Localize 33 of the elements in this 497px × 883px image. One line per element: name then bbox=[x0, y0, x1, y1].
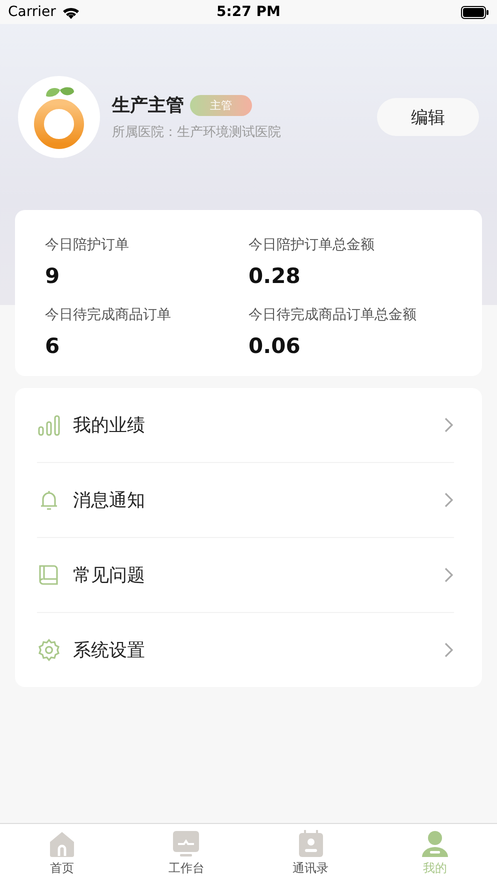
user-name: 生产主管 bbox=[112, 94, 184, 117]
wifi-icon bbox=[62, 6, 80, 18]
settings-icon bbox=[37, 638, 61, 662]
tab-item[interactable]: 首页 bbox=[0, 824, 124, 883]
clock-time: 5:27 PM bbox=[216, 4, 280, 20]
person-icon bbox=[420, 830, 450, 858]
stat-value: 9 bbox=[45, 264, 61, 288]
fruit-logo-icon bbox=[32, 84, 86, 150]
tab-item[interactable]: 通讯录 bbox=[248, 824, 373, 883]
hospital-label: 所属医院：生产环境测试医院 bbox=[112, 124, 282, 141]
battery-icon bbox=[461, 6, 489, 18]
stat-label: 今日陪护订单 bbox=[45, 236, 130, 254]
chevron-right-icon bbox=[444, 492, 454, 508]
chevron-right-icon bbox=[444, 567, 454, 583]
menu-item[interactable]: 常见问题 bbox=[73, 563, 432, 587]
tab-item[interactable]: 工作台 bbox=[124, 824, 248, 883]
chevron-right-icon bbox=[444, 417, 454, 433]
bar-chart-icon bbox=[37, 413, 61, 437]
stat-value: 0.06 bbox=[248, 334, 302, 358]
menu-item[interactable]: 系统设置 bbox=[73, 638, 432, 662]
role-badge: 主管 bbox=[190, 94, 252, 116]
carrier-label: Carrier bbox=[8, 4, 56, 20]
stat-label: 今日待完成商品订单 bbox=[45, 306, 172, 324]
monitor-icon bbox=[171, 830, 202, 858]
stat-label: 今日陪护订单总金额 bbox=[248, 236, 376, 254]
menu-item[interactable]: 我的业绩 bbox=[73, 413, 432, 437]
stat-value: 6 bbox=[45, 334, 61, 358]
menu-item[interactable]: 消息通知 bbox=[73, 488, 432, 512]
stat-label: 今日待完成商品订单总金额 bbox=[248, 306, 418, 324]
edit-button[interactable]: 编辑 bbox=[377, 98, 479, 136]
book-icon bbox=[37, 563, 61, 587]
stat-value: 0.28 bbox=[248, 264, 302, 288]
chevron-right-icon bbox=[444, 642, 454, 658]
